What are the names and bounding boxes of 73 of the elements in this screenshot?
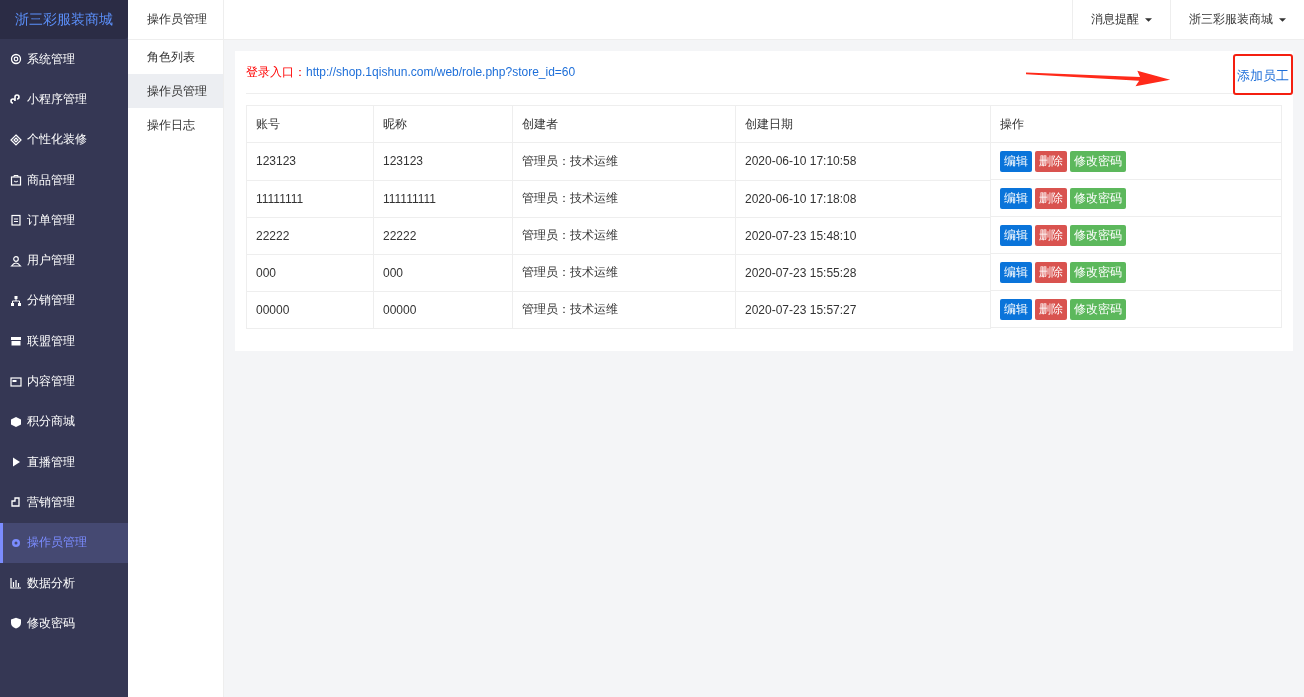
table-cell: 22222 — [246, 217, 374, 254]
table-cell: 管理员：技术运维 — [512, 142, 736, 180]
table-cell: 2020-06-10 17:10:58 — [735, 142, 991, 180]
column-header: 昵称 — [373, 105, 513, 143]
bag-icon — [10, 174, 22, 187]
add-staff-link[interactable]: 添加员工 — [1237, 67, 1289, 83]
table-cell: 2020-07-23 15:48:10 — [735, 217, 991, 254]
logo-text: 浙三彩服装商城 — [0, 0, 128, 39]
edit-button[interactable]: 编辑 — [1000, 224, 1032, 246]
table-cell: 123123 — [246, 142, 374, 180]
delete-button[interactable]: 删除 — [1035, 224, 1067, 246]
table-cell: 123123 — [373, 142, 513, 180]
login-label: 登录入口： — [246, 63, 306, 81]
table-cell: 11111111 — [246, 180, 374, 217]
submenu-title: 操作员管理 — [128, 0, 223, 40]
column-header: 创建者 — [512, 105, 736, 143]
delete-button[interactable]: 删除 — [1035, 298, 1067, 320]
edit-button[interactable]: 编辑 — [1000, 187, 1032, 209]
submenu-item[interactable]: 操作日志 — [128, 108, 223, 142]
diamond-icon — [10, 133, 22, 146]
table-cell: 000 — [246, 254, 374, 291]
dropdown-menu[interactable]: 消息提醒 — [1072, 0, 1170, 39]
sidebar-item[interactable]: 营销管理 — [0, 482, 128, 523]
table-cell: 管理员：技术运维 — [512, 291, 736, 328]
table-cell: 管理员：技术运维 — [512, 254, 736, 291]
edit-button[interactable]: 编辑 — [1000, 150, 1032, 172]
column-header: 账号 — [246, 105, 374, 143]
panel-icon — [10, 375, 22, 388]
table-cell: 00000 — [246, 291, 374, 328]
delete-button[interactable]: 删除 — [1035, 150, 1067, 172]
sidebar-item[interactable]: 数据分析 — [0, 562, 128, 604]
sidebar-item[interactable]: 直播管理 — [0, 441, 128, 483]
delete-button[interactable]: 删除 — [1035, 261, 1067, 283]
table-cell: 管理员：技术运维 — [512, 180, 736, 217]
sidebar-item[interactable]: 内容管理 — [0, 361, 128, 402]
table-cell: 00000 — [373, 291, 513, 328]
edit-button[interactable]: 编辑 — [1000, 298, 1032, 320]
store-icon — [10, 335, 22, 348]
caret-icon — [1279, 17, 1286, 22]
sidebar-item[interactable]: 订单管理 — [0, 200, 128, 241]
sidebar-item[interactable]: 小程序管理 — [0, 79, 128, 120]
sidebar-item[interactable]: 用户管理 — [0, 240, 128, 281]
column-header: 创建日期 — [735, 105, 991, 143]
edit-button[interactable]: 编辑 — [1000, 261, 1032, 283]
sidebar-item[interactable]: 系统管理 — [0, 39, 128, 80]
user-icon — [10, 254, 22, 267]
table-cell: 2020-06-10 17:18:08 — [735, 180, 991, 217]
sidebar-item[interactable]: 商品管理 — [0, 159, 128, 201]
sidebar-item[interactable]: 分销管理 — [0, 280, 128, 322]
clipboard-icon — [10, 214, 22, 227]
table-cell: 111111111 — [373, 180, 513, 217]
dropdown-menu[interactable]: 浙三彩服装商城 — [1170, 0, 1304, 39]
table-cell: 000 — [373, 254, 513, 291]
table-cell: 2020-07-23 15:55:28 — [735, 254, 991, 291]
table-cell: 管理员：技术运维 — [512, 217, 736, 254]
sidebar-item[interactable]: 修改密码 — [0, 603, 128, 644]
sidebar-item[interactable]: 积分商城 — [0, 401, 128, 442]
column-header: 操作 — [990, 105, 1282, 143]
sidebar-item[interactable]: 个性化装修 — [0, 119, 128, 160]
shield-icon — [10, 617, 22, 630]
cube-icon — [10, 415, 22, 428]
hierarchy-icon — [10, 294, 22, 307]
sidebar-item[interactable]: 联盟管理 — [0, 321, 128, 362]
table-cell: 2020-07-23 15:57:27 — [735, 291, 991, 328]
delete-button[interactable]: 删除 — [1035, 187, 1067, 209]
bar-chart-icon — [10, 577, 22, 589]
login-link[interactable]: http://shop.1qishun.com/web/role.php?store_id=60 — [306, 65, 576, 79]
submenu-item[interactable]: 操作员管理 — [128, 74, 223, 108]
play-icon — [10, 456, 22, 469]
table-cell: 22222 — [373, 217, 513, 254]
caret-icon — [1145, 17, 1152, 22]
link-icon — [10, 93, 22, 106]
submenu-item[interactable]: 角色列表 — [128, 40, 223, 74]
